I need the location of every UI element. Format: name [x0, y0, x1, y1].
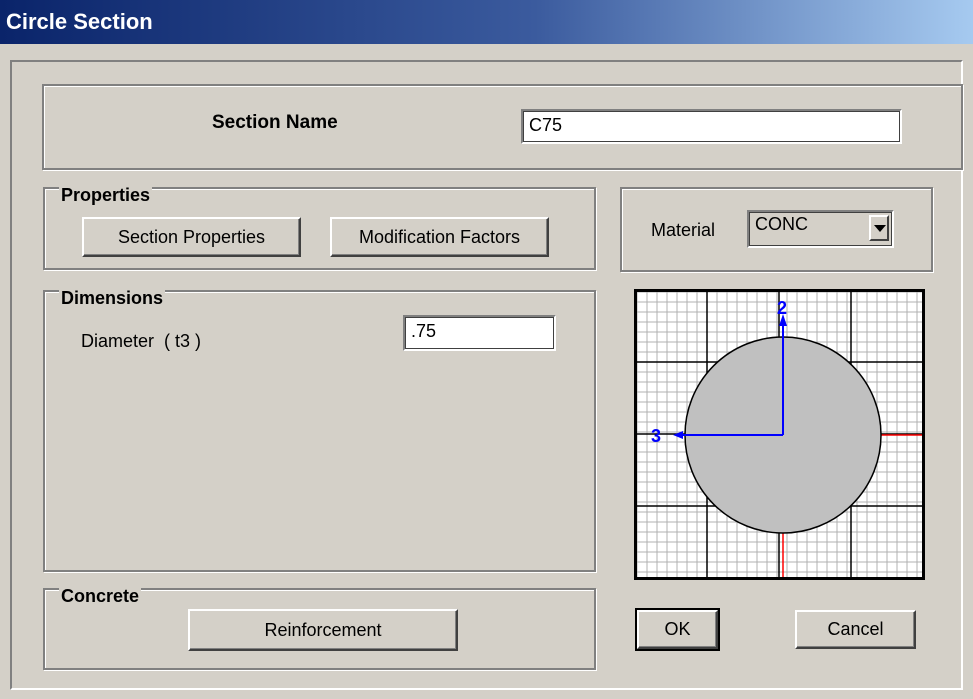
reinforcement-button-label: Reinforcement — [264, 620, 382, 640]
ok-button-label: OK — [664, 619, 691, 639]
modification-factors-button[interactable]: Modification Factors — [330, 217, 549, 257]
axis-2-label: 2 — [777, 298, 787, 318]
material-label: Material — [651, 220, 716, 240]
section-name-input[interactable]: C75 — [521, 109, 902, 144]
material-select-value: CONC — [755, 214, 808, 234]
section-properties-button-label: Section Properties — [117, 227, 266, 247]
concrete-group-title: Concrete — [59, 586, 142, 607]
dialog-title-bar[interactable]: Circle Section — [0, 0, 973, 44]
axis-3-label: 3 — [651, 426, 661, 446]
modification-factors-button-label: Modification Factors — [358, 227, 521, 247]
material-select[interactable]: CONC — [747, 210, 894, 248]
circle-section-dialog: Circle Section Section Name C75 Properti… — [0, 0, 973, 699]
section-name-label: Section Name — [212, 112, 338, 133]
reinforcement-button[interactable]: Reinforcement — [188, 609, 458, 651]
section-preview: 23 — [634, 289, 925, 580]
diameter-label: Diameter ( t3 ) — [81, 331, 202, 351]
diameter-input[interactable]: .75 — [403, 315, 556, 351]
section-preview-canvas: 23 — [637, 292, 922, 577]
chevron-down-icon[interactable] — [869, 215, 889, 241]
section-properties-button[interactable]: Section Properties — [82, 217, 301, 257]
cancel-button-label: Cancel — [827, 619, 884, 639]
cancel-button[interactable]: Cancel — [795, 610, 916, 649]
dimensions-group-title: Dimensions — [59, 288, 166, 309]
ok-button[interactable]: OK — [635, 608, 720, 651]
dialog-title: Circle Section — [6, 9, 153, 34]
properties-group-title: Properties — [59, 185, 153, 206]
